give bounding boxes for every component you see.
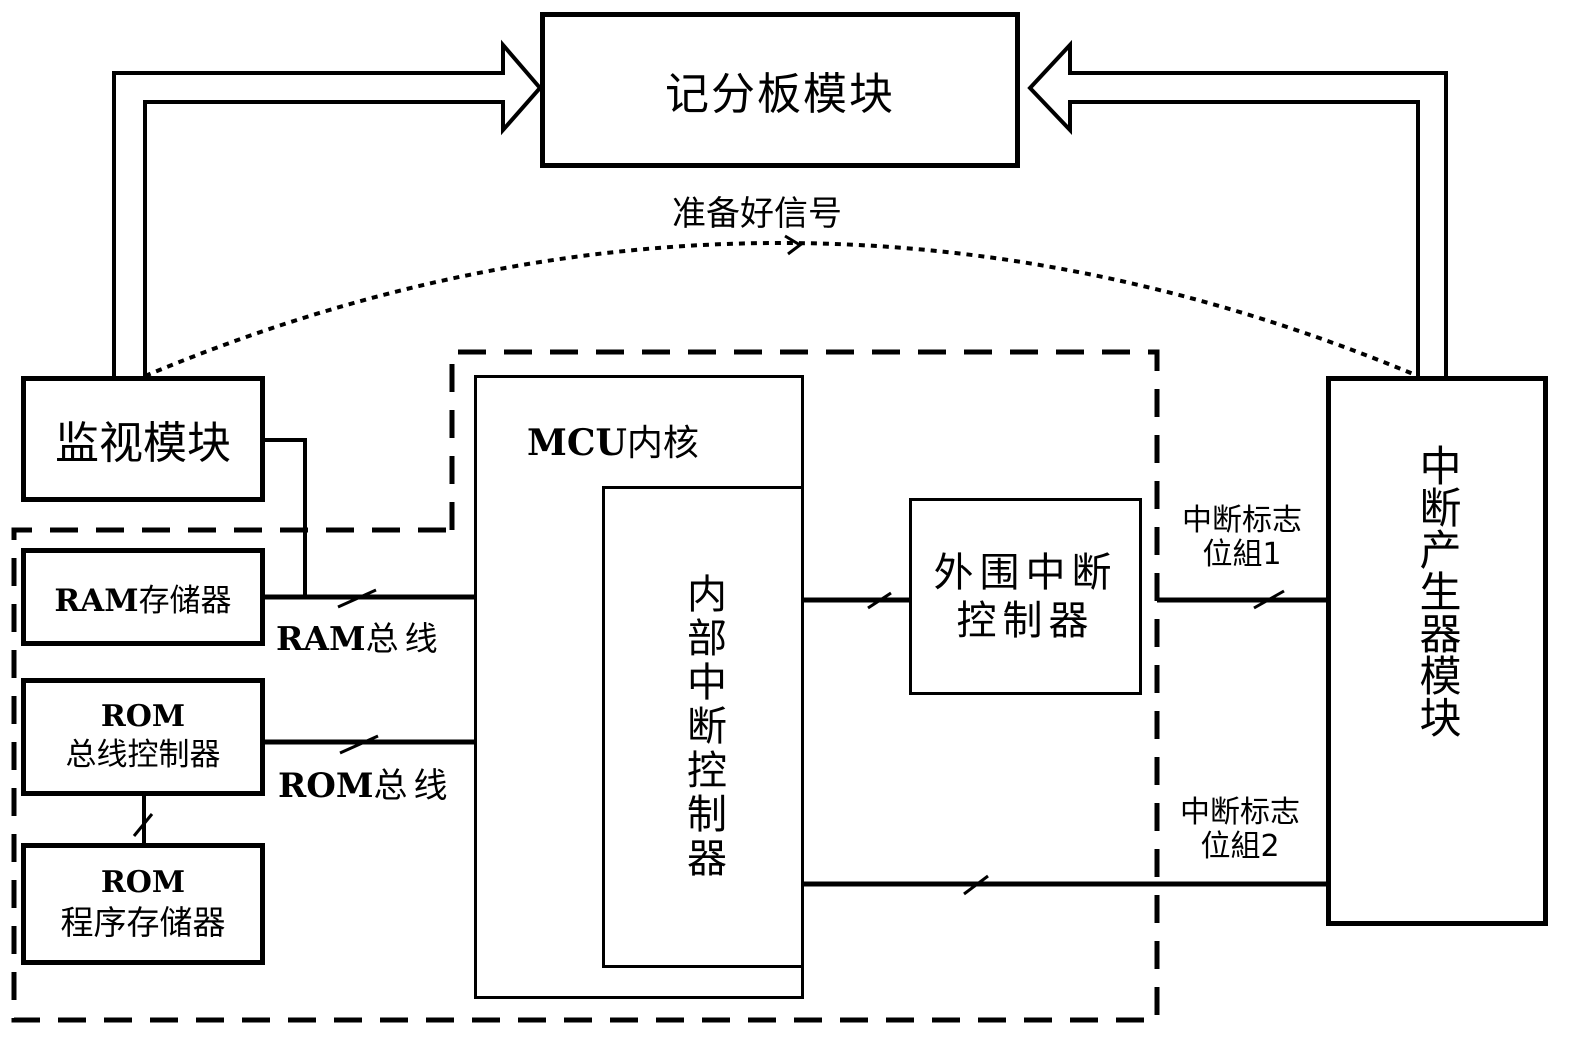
flag-group-1-line1: 中断标志 xyxy=(1182,503,1302,538)
mcu-core-prefix: MCU xyxy=(527,422,627,464)
peripheral-interrupt-controller-line1: 外围中断 xyxy=(933,549,1118,596)
mcu-core-label: MCU内核 xyxy=(527,414,699,466)
monitor-to-scoreboard-arrow xyxy=(112,39,543,376)
ready-signal-dotted-curve xyxy=(144,241,1419,378)
rom-program-storage-line1: ROM xyxy=(100,865,186,900)
peripheral-interrupt-controller: 外围中断 控制器 xyxy=(909,498,1142,695)
rom-bus-text: 总线 xyxy=(373,766,454,806)
rom-program-storage-line2: 程序存储器 xyxy=(60,903,226,942)
ram-bus-prefix: RAM xyxy=(276,619,366,658)
flag-group-2-line1: 中断标志 xyxy=(1180,795,1300,830)
mcu-core-text: 内核 xyxy=(626,423,699,464)
ram-bus-text: 总线 xyxy=(365,619,444,658)
internal-interrupt-controller-label: 内部中断控制器 xyxy=(680,573,726,881)
flag-group-1-label: 中断标志 位組1 xyxy=(1162,504,1322,572)
monitor-to-ram-bus-line xyxy=(262,438,307,596)
rom-bus-prefix: ROM xyxy=(278,766,374,806)
peripheral-interrupt-controller-line2: 控制器 xyxy=(956,597,1095,644)
monitor-module-label: 监视模块 xyxy=(55,418,231,469)
rom-bus-label: ROM总线 xyxy=(278,758,454,807)
ram-storage: RAM存储器 xyxy=(21,548,265,646)
ram-storage-text: 存储器 xyxy=(138,582,232,619)
flag-group-1-line2: 位組1 xyxy=(1202,537,1282,572)
scoreboard-module-label: 记分板模块 xyxy=(665,69,895,120)
interrupt-generator-module: 中断产生器模块 xyxy=(1326,376,1548,926)
generator-to-scoreboard-arrow xyxy=(1027,39,1448,376)
rom-bus-controller-line2: 总线控制器 xyxy=(65,737,221,773)
rom-bus-controller-line1: ROM xyxy=(100,699,186,734)
ready-signal-label: 准备好信号 xyxy=(672,194,842,234)
rom-program-storage: ROM 程序存储器 xyxy=(21,843,265,965)
ram-storage-label: RAM存储器 xyxy=(54,575,231,620)
ram-bus-label: RAM总线 xyxy=(276,612,444,660)
flag-group-2-line2: 位組2 xyxy=(1200,829,1280,864)
scoreboard-module: 记分板模块 xyxy=(540,12,1020,168)
flag-group-2-label: 中断标志 位組2 xyxy=(1160,796,1320,864)
interrupt-generator-module-label: 中断产生器模块 xyxy=(1413,444,1462,738)
internal-interrupt-controller: 内部中断控制器 xyxy=(602,486,804,968)
ram-storage-prefix: RAM xyxy=(54,582,139,619)
rom-bus-controller: ROM 总线控制器 xyxy=(21,678,265,796)
monitor-module: 监视模块 xyxy=(21,376,265,502)
